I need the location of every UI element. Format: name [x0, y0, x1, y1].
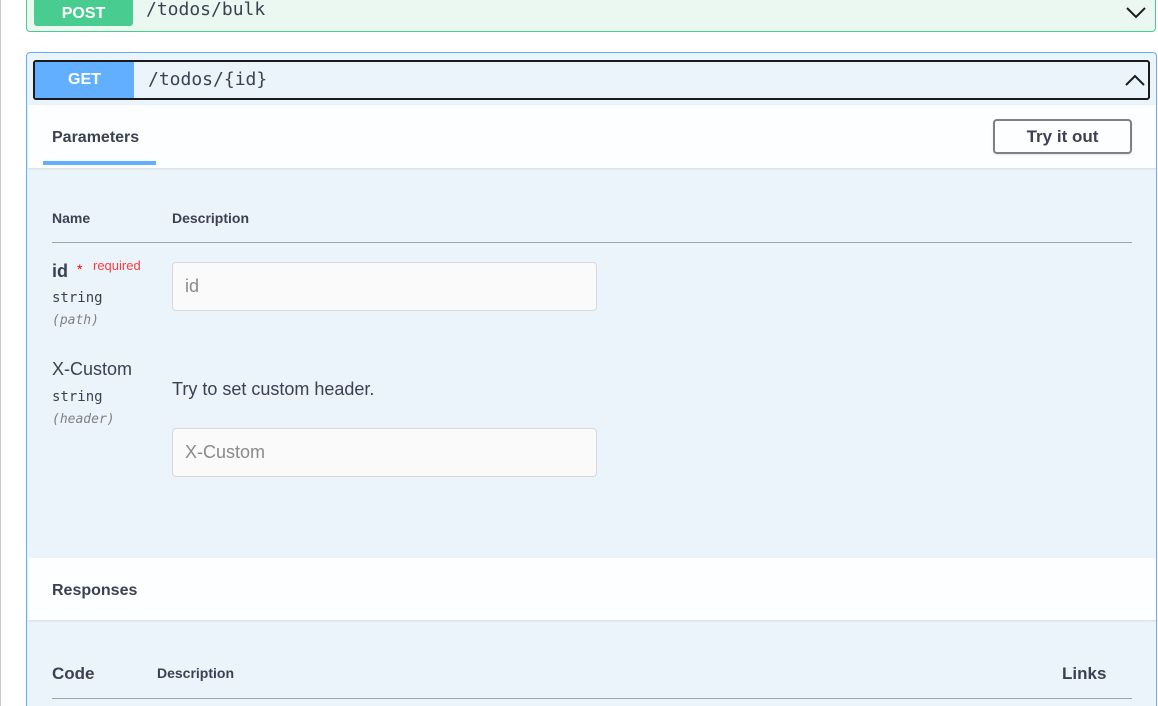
operation-summary[interactable]: GET /todos/{id} [33, 60, 1150, 100]
scroll-rule [0, 0, 1, 706]
try-it-out-button[interactable]: Try it out [993, 119, 1132, 154]
method-badge-get: GET [35, 62, 134, 98]
param-name: id [52, 261, 68, 281]
operation-path: /todos/bulk [146, 0, 266, 20]
column-header-description: Description [172, 210, 250, 226]
param-name: X-Custom [52, 359, 133, 379]
method-badge-post: POST [34, 0, 133, 26]
param-location: (header) [52, 412, 115, 427]
param-location: (path) [52, 313, 99, 328]
required-star: * [77, 261, 83, 277]
column-header-name: Name [52, 210, 91, 226]
table-header-divider [52, 242, 1132, 243]
tab-active-indicator [43, 161, 156, 165]
swagger-page: POST /todos/bulk GET /todos/{id} Paramet… [0, 0, 1158, 706]
required-label: required [93, 258, 141, 273]
param-type: string [52, 389, 103, 405]
responses-title: Responses [52, 582, 138, 599]
param-type: string [52, 290, 103, 306]
x-custom-input[interactable] [172, 428, 597, 477]
param-description: Try to set custom header. [172, 379, 375, 399]
column-header-links: Links [1062, 664, 1107, 683]
table-header-divider [52, 698, 1132, 699]
responses-section-header [28, 558, 1156, 620]
id-input[interactable] [172, 262, 597, 311]
operation-get-todos-id: GET /todos/{id} Parameters Try it out Na… [26, 52, 1157, 706]
chevron-down-icon[interactable] [1125, 1, 1147, 23]
chevron-up-icon[interactable] [1124, 69, 1146, 91]
parameters-section-header [28, 105, 1156, 168]
operation-path: /todos/{id} [148, 69, 268, 90]
operation-post-todos-bulk[interactable]: POST /todos/bulk [26, 0, 1156, 32]
column-header-description: Description [157, 665, 235, 681]
column-header-code: Code [52, 664, 95, 683]
tab-parameters[interactable]: Parameters [52, 129, 139, 147]
